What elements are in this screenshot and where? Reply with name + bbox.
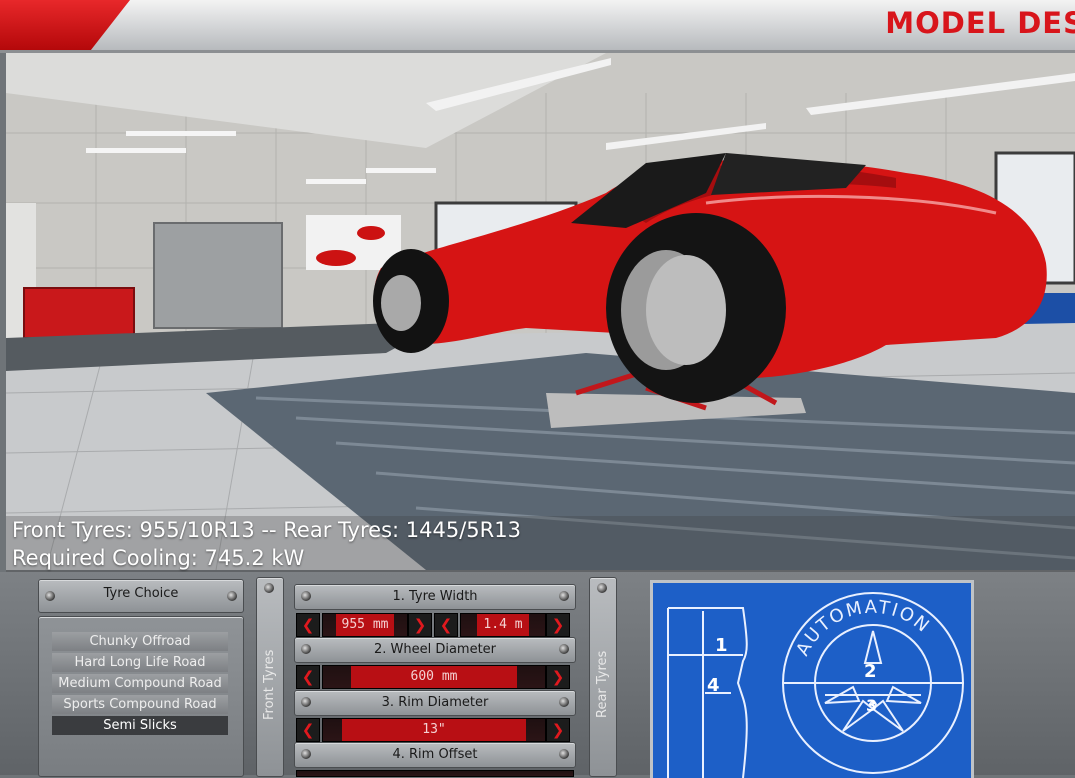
garage-scene xyxy=(6,53,1075,570)
tyre-option-semi-slicks[interactable]: Semi Slicks xyxy=(52,716,228,735)
front-width-decrease-button[interactable]: ❮ xyxy=(296,613,320,637)
wheel-diameter-decrease-button[interactable]: ❮ xyxy=(296,665,320,689)
blueprint-label-4: 4 xyxy=(707,675,720,696)
chevron-right-icon: ❯ xyxy=(551,668,565,686)
rim-offset-header: 4. Rim Offset xyxy=(294,742,576,768)
rim-offset-value-strip xyxy=(296,770,574,777)
chevron-right-icon: ❯ xyxy=(551,721,565,739)
rear-width-increase-button[interactable]: ❯ xyxy=(546,613,570,637)
blueprint-label-2: 2 xyxy=(864,661,877,682)
screw-icon xyxy=(597,583,607,593)
front-tyres-label: Front Tyres xyxy=(262,649,277,720)
tyre-choice-header: Tyre Choice xyxy=(38,579,244,613)
tyre-choice-list: Chunky Offroad Hard Long Life Road Mediu… xyxy=(52,632,228,737)
rim-diameter-increase-button[interactable]: ❯ xyxy=(546,718,570,742)
rear-width-value: 1.4 m xyxy=(460,613,546,637)
tyre-choice-title: Tyre Choice xyxy=(103,586,179,601)
tyre-option-chunky-offroad[interactable]: Chunky Offroad xyxy=(52,632,228,651)
screw-icon xyxy=(264,583,274,593)
wheel-diameter-value: 600 mm xyxy=(322,665,546,689)
chevron-right-icon: ❯ xyxy=(551,616,565,634)
front-width-value: 955 mm xyxy=(322,613,408,637)
rim-diameter-header: 3. Rim Diameter xyxy=(294,690,576,716)
rim-diameter-title: 3. Rim Diameter xyxy=(381,695,489,710)
rear-tyres-label: Rear Tyres xyxy=(595,650,610,718)
wheel-blueprint: 1 4 2 3 AUTOMATION xyxy=(650,580,974,778)
front-width-increase-button[interactable]: ❯ xyxy=(408,613,432,637)
required-cooling: Required Cooling: 745.2 kW xyxy=(12,546,305,570)
tyre-option-hard-long-life-road[interactable]: Hard Long Life Road xyxy=(52,653,228,672)
blueprint-brand: AUTOMATION xyxy=(792,597,934,660)
title-accent xyxy=(0,0,131,50)
wheel-diameter-increase-button[interactable]: ❯ xyxy=(546,665,570,689)
tyres-summary: Front Tyres: 955/10R13 -- Rear Tyres: 14… xyxy=(12,518,521,542)
rear-width-decrease-button[interactable]: ❮ xyxy=(434,613,458,637)
wheel-diameter-header: 2. Wheel Diameter xyxy=(294,637,576,663)
rim-diameter-value: 13" xyxy=(322,718,546,742)
garage-3d-viewport[interactable] xyxy=(6,53,1075,570)
rim-diameter-decrease-button[interactable]: ❮ xyxy=(296,718,320,742)
tyre-option-medium-compound-road[interactable]: Medium Compound Road xyxy=(52,674,228,693)
chevron-left-icon: ❮ xyxy=(439,616,453,634)
title-bar: MODEL DES xyxy=(0,0,1075,53)
chevron-left-icon: ❮ xyxy=(301,616,315,634)
wheel-diameter-title: 2. Wheel Diameter xyxy=(373,642,497,657)
tyre-width-title: 1. Tyre Width xyxy=(392,589,478,604)
chevron-right-icon: ❯ xyxy=(413,616,427,634)
blueprint-label-3: 3 xyxy=(866,696,877,715)
car-stats-overlay: Front Tyres: 955/10R13 -- Rear Tyres: 14… xyxy=(6,516,1075,572)
chevron-left-icon: ❮ xyxy=(301,721,315,739)
blueprint-label-1: 1 xyxy=(715,635,728,656)
tyre-option-sports-compound-road[interactable]: Sports Compound Road xyxy=(52,695,228,714)
wheel-blueprint-diagram: 1 4 2 3 AUTOMATION xyxy=(667,592,964,778)
tyre-width-header: 1. Tyre Width xyxy=(294,584,576,610)
rim-offset-title: 4. Rim Offset xyxy=(392,747,478,762)
chevron-left-icon: ❮ xyxy=(301,668,315,686)
page-title: MODEL DES xyxy=(885,6,1075,40)
